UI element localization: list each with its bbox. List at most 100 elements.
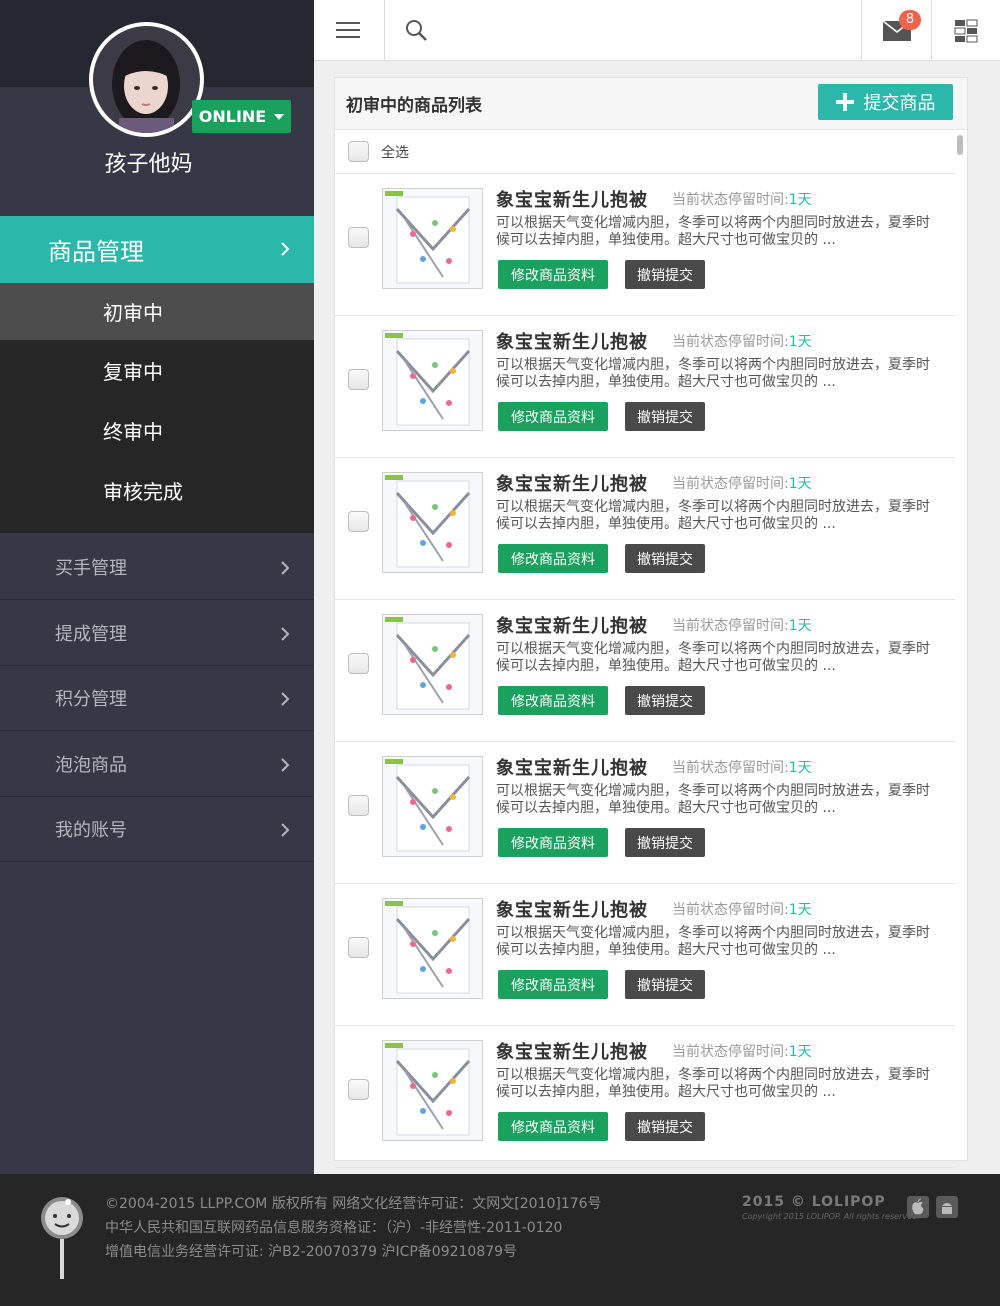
edit-product-button[interactable]: 修改商品资料 — [498, 828, 608, 857]
footer-line: ©2004-2015 LLPP.COM 版权所有 网络文化经营许可证：文网文[2… — [105, 1196, 602, 1212]
select-all-row: 全选 — [335, 130, 955, 174]
item-status: 当前状态停留时间:1天 — [672, 899, 812, 919]
status-days: 1天 — [788, 760, 812, 776]
mail-count-badge: 8 — [899, 10, 921, 30]
layout-button[interactable] — [931, 0, 1000, 61]
item-status: 当前状态停留时间:1天 — [672, 615, 812, 635]
item-title[interactable]: 象宝宝新生儿抱被 — [496, 896, 648, 922]
product-thumbnail[interactable] — [382, 898, 483, 999]
product-list-item: 象宝宝新生儿抱被 当前状态停留时间:1天 可以根据天气变化增减内胆，冬季可以将两… — [335, 742, 955, 884]
android-icon[interactable] — [936, 1196, 958, 1218]
product-list: 象宝宝新生儿抱被 当前状态停留时间:1天 可以根据天气变化增减内胆，冬季可以将两… — [335, 174, 955, 1168]
apple-icon[interactable] — [907, 1196, 929, 1218]
cancel-submission-button[interactable]: 撤销提交 — [625, 970, 705, 999]
menu-button[interactable] — [314, 0, 385, 61]
nav-buyer-management[interactable]: 买手管理 — [0, 535, 314, 600]
item-title[interactable]: 象宝宝新生儿抱被 — [496, 1038, 648, 1064]
status-days: 1天 — [788, 334, 812, 350]
product-thumbnail[interactable] — [382, 188, 483, 289]
select-all-checkbox[interactable] — [348, 141, 369, 162]
footer-copyright: ©2004-2015 LLPP.COM 版权所有 网络文化经营许可证：文网文[2… — [105, 1192, 602, 1264]
cancel-submission-button[interactable]: 撤销提交 — [625, 828, 705, 857]
edit-product-button[interactable]: 修改商品资料 — [498, 544, 608, 573]
item-checkbox[interactable] — [348, 227, 369, 248]
cancel-submission-button[interactable]: 撤销提交 — [625, 1112, 705, 1141]
item-title[interactable]: 象宝宝新生儿抱被 — [496, 612, 648, 638]
item-checkbox[interactable] — [348, 511, 369, 532]
subnav-label: 审核完成 — [103, 479, 183, 504]
avatar[interactable] — [89, 22, 204, 137]
nav-label: 买手管理 — [55, 558, 127, 579]
item-title[interactable]: 象宝宝新生儿抱被 — [496, 754, 648, 780]
chevron-right-icon — [281, 242, 290, 256]
product-list-item: 象宝宝新生儿抱被 当前状态停留时间:1天 可以根据天气变化增减内胆，冬季可以将两… — [335, 458, 955, 600]
item-checkbox[interactable] — [348, 653, 369, 674]
product-list-item: 象宝宝新生儿抱被 当前状态停留时间:1天 可以根据天气变化增减内胆，冬季可以将两… — [335, 174, 955, 316]
cancel-submission-button[interactable]: 撤销提交 — [625, 402, 705, 431]
footer-line: 增值电信业务经营许可证: 沪B2-20070379 沪ICP备09210879号 — [105, 1244, 518, 1260]
subnav-item-final-review[interactable]: 终审中 — [0, 400, 314, 460]
submit-product-button[interactable]: 提交商品 — [818, 84, 953, 120]
edit-product-button[interactable]: 修改商品资料 — [498, 1112, 608, 1141]
product-thumbnail[interactable] — [382, 472, 483, 573]
mail-button[interactable]: 8 — [861, 0, 931, 61]
subnav-item-review-done[interactable]: 审核完成 — [0, 460, 314, 520]
item-title[interactable]: 象宝宝新生儿抱被 — [496, 328, 648, 354]
item-checkbox[interactable] — [348, 937, 369, 958]
item-status: 当前状态停留时间:1天 — [672, 331, 812, 351]
nav-label: 提成管理 — [55, 624, 127, 645]
nav-my-account[interactable]: 我的账号 — [0, 797, 314, 862]
nav-points-management[interactable]: 积分管理 — [0, 666, 314, 731]
nav-label: 积分管理 — [55, 689, 127, 710]
product-thumbnail[interactable] — [382, 756, 483, 857]
item-title[interactable]: 象宝宝新生儿抱被 — [496, 186, 648, 212]
item-status: 当前状态停留时间:1天 — [672, 473, 812, 493]
status-label: 当前状态停留时间: — [672, 476, 789, 492]
product-thumbnail[interactable] — [382, 1040, 483, 1141]
status-days: 1天 — [788, 902, 812, 918]
scrollbar-thumb[interactable] — [957, 135, 963, 155]
item-description: 可以根据天气变化增减内胆，冬季可以将两个内胆同时放进去，夏季时候可以去掉内胆，单… — [496, 783, 930, 816]
status-days: 1天 — [788, 476, 812, 492]
subnav-item-first-review[interactable]: 初审中 — [0, 283, 314, 340]
edit-product-button[interactable]: 修改商品资料 — [498, 686, 608, 715]
product-list-item: 象宝宝新生儿抱被 当前状态停留时间:1天 可以根据天气变化增减内胆，冬季可以将两… — [335, 884, 955, 1026]
edit-product-button[interactable]: 修改商品资料 — [498, 402, 608, 431]
footer-brand-copyright: Copyright 2015 LOLIPOP. All rights reser… — [742, 1212, 920, 1221]
cancel-submission-button[interactable]: 撤销提交 — [625, 544, 705, 573]
product-thumbnail[interactable] — [382, 330, 483, 431]
item-title[interactable]: 象宝宝新生儿抱被 — [496, 470, 648, 496]
status-label: 当前状态停留时间: — [672, 192, 789, 208]
product-thumbnail[interactable] — [382, 614, 483, 715]
cancel-submission-button[interactable]: 撤销提交 — [625, 686, 705, 715]
username: 孩子他妈 — [104, 152, 193, 177]
status-label: 当前状态停留时间: — [672, 1044, 789, 1060]
sidebar: ONLINE 孩子他妈 商品管理 初审中 复审中 终审中 审核完成 买手管理 提… — [0, 0, 314, 1174]
nav-product-management-label: 商品管理 — [48, 238, 144, 266]
item-description: 可以根据天气变化增减内胆，冬季可以将两个内胆同时放进去，夏季时候可以去掉内胆，单… — [496, 1067, 930, 1100]
nav-product-management[interactable]: 商品管理 — [0, 216, 314, 283]
chevron-right-icon — [281, 627, 290, 641]
nav-label: 泡泡商品 — [55, 755, 127, 776]
product-list-item: 象宝宝新生儿抱被 当前状态停留时间:1天 可以根据天气变化增减内胆，冬季可以将两… — [335, 600, 955, 742]
edit-product-button[interactable]: 修改商品资料 — [498, 260, 608, 289]
subnav-item-second-review[interactable]: 复审中 — [0, 340, 314, 400]
item-status: 当前状态停留时间:1天 — [672, 189, 812, 209]
nav-commission-management[interactable]: 提成管理 — [0, 601, 314, 666]
online-status-dropdown[interactable]: ONLINE — [192, 100, 291, 133]
select-all-label: 全选 — [381, 144, 409, 161]
item-status: 当前状态停留时间:1天 — [672, 1041, 812, 1061]
item-description: 可以根据天气变化增减内胆，冬季可以将两个内胆同时放进去，夏季时候可以去掉内胆，单… — [496, 357, 930, 390]
cancel-submission-button[interactable]: 撤销提交 — [625, 260, 705, 289]
item-checkbox[interactable] — [348, 795, 369, 816]
item-checkbox[interactable] — [348, 1079, 369, 1100]
online-status-label: ONLINE — [198, 107, 267, 126]
edit-product-button[interactable]: 修改商品资料 — [498, 970, 608, 999]
nav-bubble-products[interactable]: 泡泡商品 — [0, 732, 314, 797]
plus-icon — [835, 93, 854, 111]
search-button[interactable] — [385, 0, 449, 61]
item-description: 可以根据天气变化增减内胆，冬季可以将两个内胆同时放进去，夏季时候可以去掉内胆，单… — [496, 641, 930, 674]
status-label: 当前状态停留时间: — [672, 760, 789, 776]
item-status: 当前状态停留时间:1天 — [672, 757, 812, 777]
item-checkbox[interactable] — [348, 369, 369, 390]
